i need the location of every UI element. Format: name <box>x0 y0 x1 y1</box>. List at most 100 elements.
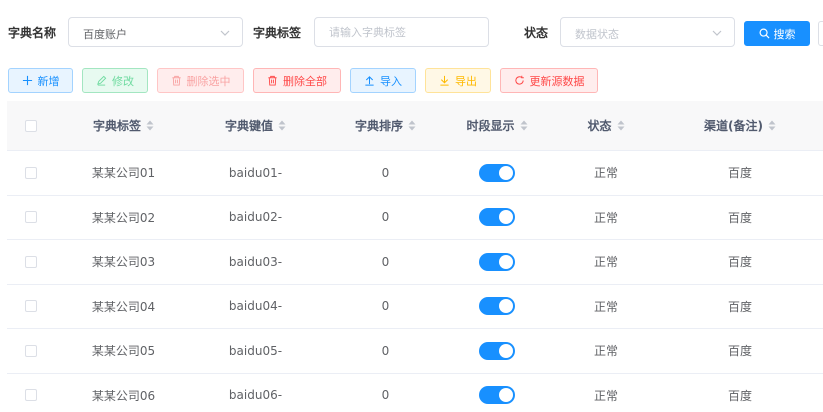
row-checkbox[interactable] <box>25 255 37 268</box>
table-row[interactable]: 某某公司06 baidu06- 0 正常 百度 <box>7 374 823 412</box>
column-title: 状态 <box>587 119 612 133</box>
table-row[interactable]: 某某公司04 baidu04- 0 正常 百度 <box>7 285 823 329</box>
row-checkbox[interactable] <box>25 389 37 402</box>
delete-selected-button[interactable]: 删除选中 <box>157 68 244 93</box>
cell-sort: 0 <box>381 343 390 358</box>
column-header-label[interactable]: 字典标签 <box>55 101 192 150</box>
cell-label: 某某公司06 <box>91 388 156 403</box>
sort-caret-icon[interactable] <box>146 120 154 131</box>
row-checkbox-cell <box>7 285 55 329</box>
refresh-icon <box>514 75 524 85</box>
cell-show <box>452 374 542 412</box>
switch-knob <box>499 210 513 225</box>
export-button-label: 导出 <box>455 74 477 88</box>
add-button-label: 新增 <box>37 74 60 88</box>
search-form: 字典名称 百度账户 字典标签 状态 数据状态 搜索 <box>0 17 823 47</box>
dict-name-value: 百度账户 <box>83 28 127 41</box>
cell-sort: 0 <box>381 388 390 403</box>
cell-show <box>452 285 542 329</box>
toolbar: 新增 修改 删除选中 删除全部 导入 导出 更新源数据 <box>0 68 823 93</box>
dict-label-label: 字典标签 <box>253 26 302 40</box>
export-button[interactable]: 导出 <box>425 68 491 93</box>
cell-show <box>452 196 542 240</box>
status-select[interactable]: 数据状态 <box>560 17 735 47</box>
column-title: 字典键值 <box>224 119 273 133</box>
cell-status: 正常 <box>593 299 618 314</box>
dict-label-input-wrap <box>314 17 489 47</box>
status-label: 状态 <box>524 26 549 40</box>
show-toggle-switch[interactable] <box>479 386 515 405</box>
cell-key: baidu01- <box>228 165 283 180</box>
upload-icon <box>365 76 374 86</box>
sort-caret-icon[interactable] <box>768 120 776 131</box>
column-header-channel[interactable]: 渠道(备注) <box>670 101 810 150</box>
switch-knob <box>499 299 513 314</box>
switch-knob <box>499 388 513 403</box>
refresh-source-button[interactable]: 更新源数据 <box>500 68 598 93</box>
edit-button[interactable]: 修改 <box>82 68 148 93</box>
cell-sort: 0 <box>381 165 390 180</box>
column-title: 字典标签 <box>92 119 141 133</box>
switch-knob <box>499 343 513 358</box>
switch-knob <box>499 165 513 180</box>
cell-sort: 0 <box>381 299 390 314</box>
cell-status: 正常 <box>593 388 618 403</box>
dict-label-input[interactable] <box>315 18 488 46</box>
column-header-show[interactable]: 时段显示 <box>452 101 542 150</box>
header-checkbox-cell <box>7 101 55 150</box>
column-header-status[interactable]: 状态 <box>542 101 670 150</box>
cell-status: 正常 <box>593 166 618 181</box>
cell-channel: 百度 <box>727 299 752 314</box>
cell-label: 某某公司01 <box>91 166 156 181</box>
cell-status: 正常 <box>593 255 618 270</box>
cell-show <box>452 329 542 373</box>
table-row[interactable]: 某某公司05 baidu05- 0 正常 百度 <box>7 329 823 374</box>
cell-key: baidu06- <box>228 388 283 403</box>
row-checkbox[interactable] <box>25 211 37 224</box>
status-placeholder: 数据状态 <box>575 28 619 41</box>
table-row[interactable]: 某某公司02 baidu02- 0 正常 百度 <box>7 196 823 240</box>
dict-name-select[interactable]: 百度账户 <box>68 17 243 47</box>
show-toggle-switch[interactable] <box>479 341 515 360</box>
switch-knob <box>499 254 513 269</box>
row-checkbox[interactable] <box>25 300 37 313</box>
table-row[interactable]: 某某公司01 baidu01- 0 正常 百度 <box>7 151 823 196</box>
add-button[interactable]: 新增 <box>8 68 73 93</box>
column-header-key[interactable]: 字典键值 <box>192 101 319 150</box>
cell-status: 正常 <box>593 210 618 225</box>
sort-caret-icon[interactable] <box>408 120 416 131</box>
column-header-sort[interactable]: 字典排序 <box>319 101 452 150</box>
trash-icon <box>171 75 181 86</box>
edit-button-label: 修改 <box>112 74 134 88</box>
sort-caret-icon[interactable] <box>617 120 625 131</box>
show-toggle-switch[interactable] <box>479 252 515 271</box>
sort-caret-icon[interactable] <box>520 120 528 131</box>
delete-selected-label: 删除选中 <box>186 74 231 88</box>
row-checkbox[interactable] <box>25 166 37 179</box>
plus-icon <box>22 75 32 86</box>
row-checkbox-cell <box>7 196 55 240</box>
sort-caret-icon[interactable] <box>278 120 286 131</box>
show-toggle-switch[interactable] <box>479 297 515 316</box>
reset-button[interactable] <box>818 21 823 46</box>
table-row[interactable]: 某某公司03 baidu03- 0 正常 百度 <box>7 240 823 285</box>
row-checkbox[interactable] <box>25 344 37 357</box>
cell-label: 某某公司03 <box>91 255 156 270</box>
chevron-down-icon <box>220 30 230 36</box>
import-button[interactable]: 导入 <box>350 68 416 93</box>
search-button[interactable]: 搜索 <box>744 21 810 46</box>
dict-name-label: 字典名称 <box>8 26 57 40</box>
select-all-checkbox[interactable] <box>25 119 37 132</box>
cell-channel: 百度 <box>727 255 752 270</box>
delete-all-button[interactable]: 删除全部 <box>253 68 341 93</box>
show-toggle-switch[interactable] <box>479 208 515 227</box>
cell-channel: 百度 <box>727 344 752 359</box>
cell-label: 某某公司04 <box>91 299 156 314</box>
cell-show <box>452 240 542 284</box>
dict-data-table: 字典标签 字典键值 字典排序 时段显示 状态 渠道(备注) 某某公司01 bai… <box>7 101 823 412</box>
download-icon <box>440 75 449 86</box>
show-toggle-switch[interactable] <box>479 163 515 182</box>
search-icon <box>759 28 770 39</box>
row-checkbox-cell <box>7 240 55 284</box>
cell-label: 某某公司02 <box>91 210 156 225</box>
